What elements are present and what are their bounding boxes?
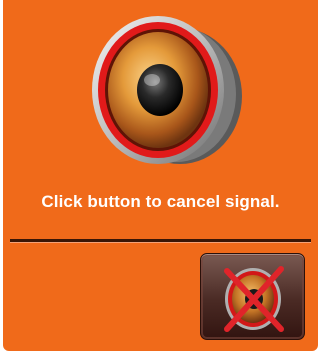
cancel-signal-message: Click button to cancel signal. (41, 192, 280, 211)
speaker-icon (80, 12, 252, 172)
divider (10, 239, 311, 243)
cancel-speaker-icon (224, 266, 284, 332)
signal-alert-panel: Click button to cancel signal. (3, 0, 318, 351)
cancel-signal-button[interactable] (200, 253, 305, 340)
